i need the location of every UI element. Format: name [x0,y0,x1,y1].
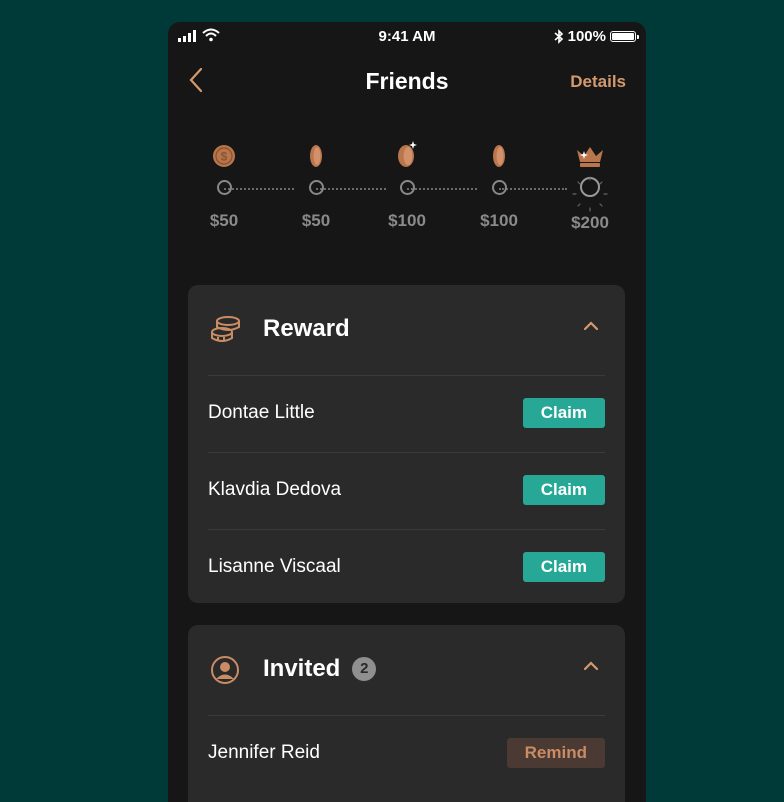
invited-card-header[interactable]: Invited 2 [188,625,625,715]
glow-rays-icon [572,176,608,212]
reward-row: Dontae Little Claim [208,375,605,452]
reward-progress: $ $50 $50 $100 $100 $200 [204,136,616,246]
invited-count-badge: 2 [352,657,377,681]
milestone-amount: $100 [388,211,426,230]
reward-card: Reward Dontae Little Claim Klavdia Dedov… [188,285,625,603]
chevron-up-icon[interactable] [583,321,599,331]
sparkle-coin-icon [398,141,417,167]
friend-name: Lisanne Viscaal [208,556,341,577]
bluetooth-icon [554,29,563,44]
details-button[interactable]: Details [570,72,626,92]
dollar-coin-icon: $ [213,145,235,167]
phone-screen: 9:41 AM 100% Friends Details $ $50 $50 $… [168,22,646,802]
friend-name: Jennifer Reid [208,742,320,763]
invited-row: Jennifer Reid Remind [208,715,605,792]
claim-button[interactable]: Claim [522,475,605,505]
reward-title: Reward [263,315,350,342]
milestone-node [308,180,324,195]
milestone-node [399,180,415,195]
status-bar: 9:41 AM 100% [168,22,646,52]
reward-row: Lisanne Viscaal Claim [208,529,605,606]
nav-bar: Friends Details [168,62,646,102]
battery-icon [610,31,639,42]
chevron-up-icon[interactable] [583,661,599,671]
milestone-amount: $100 [480,211,518,230]
milestone-node [216,180,232,195]
battery-percent: 100% [567,28,606,45]
milestone-amount: $50 [209,211,239,230]
milestone-5: $200 [560,136,620,233]
user-circle-icon [211,656,239,684]
crown-icon [577,147,603,167]
friend-name: Klavdia Dedova [208,479,342,500]
milestone-3: $100 [377,136,437,231]
coin-icon [493,145,505,167]
milestone-1: $ $50 [194,136,254,231]
svg-text:$: $ [221,150,228,164]
remind-button[interactable]: Remind [506,738,605,768]
claim-button[interactable]: Claim [522,398,605,428]
coin-icon [310,145,322,167]
milestone-amount: $200 [571,213,609,232]
friend-name: Dontae Little [208,402,315,423]
reward-card-header[interactable]: Reward [188,285,625,375]
coin-stack-icon [211,316,240,342]
milestone-node [491,180,507,195]
milestone-4: $100 [469,136,529,231]
invited-card: Invited 2 Jennifer Reid Remind [188,625,625,802]
milestone-amount: $50 [301,211,331,230]
claim-button[interactable]: Claim [522,552,605,582]
reward-row: Klavdia Dedova Claim [208,452,605,529]
invited-title: Invited [263,655,341,682]
invited-title-wrap: Invited 2 [263,655,377,683]
milestone-2: $50 [286,136,346,231]
